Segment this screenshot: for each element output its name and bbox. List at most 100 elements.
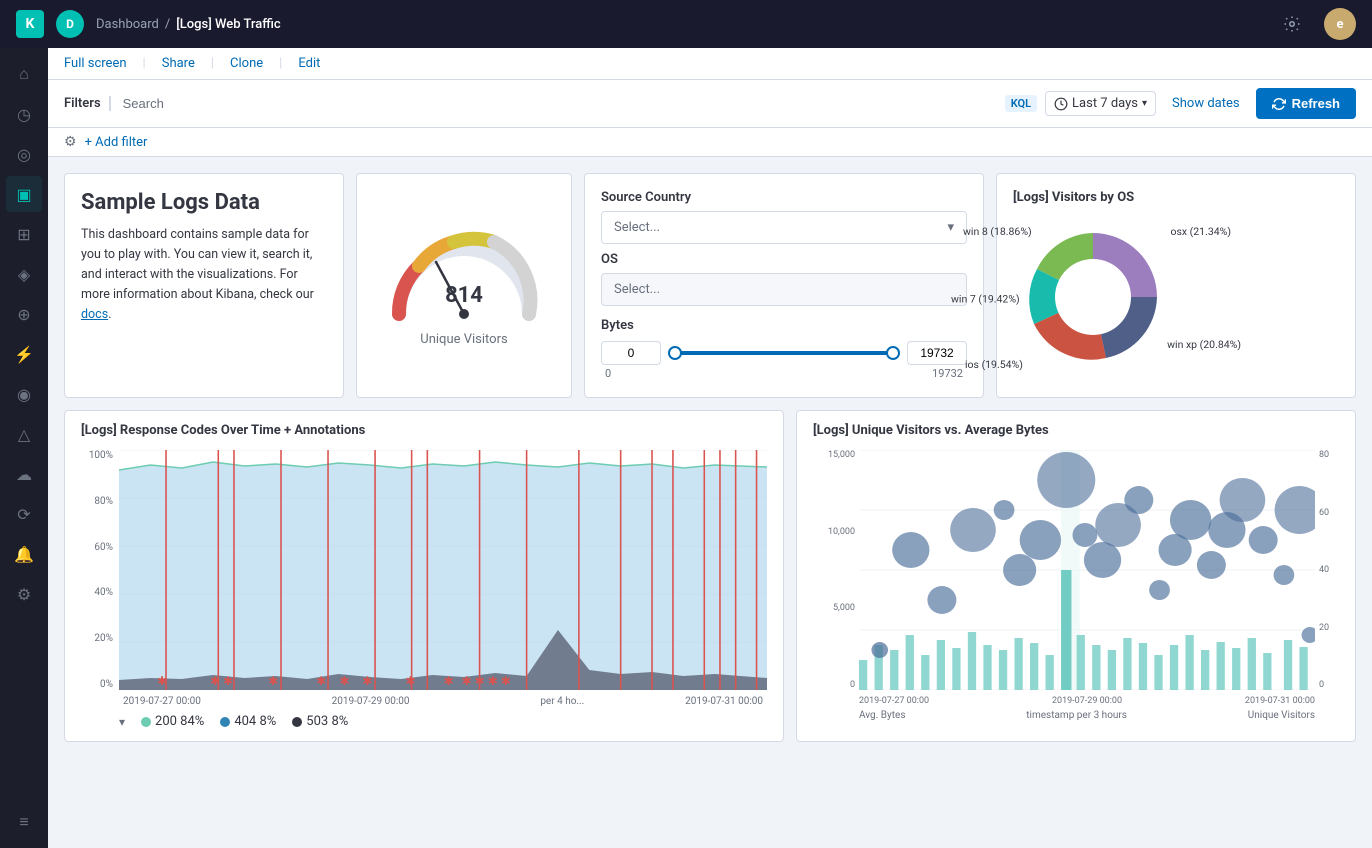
legend-200-dot [141,717,151,727]
filter-sub-bar: ⚙ + Add filter [48,128,1372,157]
response-codes-panel: [Logs] Response Codes Over Time + Annota… [64,410,784,742]
bytes-slider[interactable] [601,341,967,365]
sidebar-item-ml[interactable]: ⚡ [6,336,42,372]
sidebar-item-dashboard[interactable]: ⊞ [6,216,42,252]
time-display: Last 7 days [1072,96,1138,111]
source-country-chevron-icon: ▾ [947,220,954,235]
legend-404: 404 8% [220,714,276,729]
filters-label: Filters [64,96,111,111]
visitors-by-os-panel: [Logs] Visitors by OS [996,173,1356,398]
annotation-markers: ✱ ✱ ✱ ✱ ✱ ✱ ✱ ✱ ✱ ✱ ✱ ✱ [119,674,767,688]
dashboard-content: Sample Logs Data This dashboard contains… [48,157,1372,848]
nav-avatar-d: D [56,10,84,38]
scatter-axis-labels: Avg. Bytes timestamp per 3 hours Unique … [813,710,1339,721]
response-legend: ▾ 200 84% 404 8% 503 8% [81,714,767,729]
sidebar-item-settings[interactable]: ⚙ [6,576,42,612]
response-codes-chart-area: 2019-07-27 00:00 2019-07-29 00:00 per 4 … [119,450,767,710]
response-codes-chart: 100% 80% 60% 40% 20% 0% [81,450,767,710]
sidebar-item-clock[interactable]: ◷ [6,96,42,132]
bytes-label: Bytes [601,318,967,333]
clone-link[interactable]: Clone [230,56,263,71]
sidebar-item-expand[interactable]: ≡ [6,804,42,840]
scatter-y-right-axis: 80 60 40 20 0 [1315,450,1339,710]
edit-link[interactable]: Edit [298,56,320,71]
donut-chart-area: win 8 (18.86%) osx (21.34%) win xp (20.8… [1013,217,1339,381]
top-nav: K D Dashboard / [Logs] Web Traffic e [0,0,1372,48]
user-avatar[interactable]: e [1324,8,1356,40]
sidebar-item-visualize[interactable]: ▣ [6,176,42,212]
main-content: Full screen | Share | Clone | Edit Filte… [48,48,1372,848]
donut-label-ios: ios (19.54%) [965,358,1023,371]
sidebar-item-uptime[interactable]: ⟳ [6,496,42,532]
bytes-slider-labels: 0 19732 [601,367,967,380]
filter-bar: Filters KQL Last 7 days ▾ Show dates Ref… [48,80,1372,128]
filter-gear-icon[interactable]: ⚙ [64,134,77,150]
sidebar-item-canvas[interactable]: ◈ [6,256,42,292]
kql-badge[interactable]: KQL [1005,95,1037,112]
response-y-axis: 100% 80% 60% 40% 20% 0% [81,450,119,710]
unique-visitors-title: [Logs] Unique Visitors vs. Average Bytes [813,423,1339,438]
donut-label-win8: win 8 (18.86%) [963,225,1032,238]
visitors-by-os-title: [Logs] Visitors by OS [1013,190,1339,205]
scatter-chart-container: 15,000 10,000 5,000 0 [813,450,1339,710]
bytes-max-input[interactable] [907,341,967,365]
os-section: OS Select... [601,252,967,306]
time-picker[interactable]: Last 7 days ▾ [1045,91,1156,116]
legend-503: 503 8% [292,714,348,729]
sidebar-item-alerts[interactable]: 🔔 [6,536,42,572]
sidebar: ⌂ ◷ ◎ ▣ ⊞ ◈ ⊕ ⚡ ◉ △ ☁ ⟳ 🔔 ⚙ ≡ [0,48,48,848]
legend-404-dot [220,717,230,727]
sidebar-item-maps[interactable]: ⊕ [6,296,42,332]
dashboard-row-2: [Logs] Response Codes Over Time + Annota… [64,410,1356,742]
os-select[interactable]: Select... [601,273,967,306]
sample-logs-panel: Sample Logs Data This dashboard contains… [64,173,344,398]
gauge-panel: 814 Unique Visitors [356,173,572,398]
nav-icons: e [1276,8,1356,40]
bytes-max-label: 19732 [932,367,963,380]
breadcrumb: Dashboard / [Logs] Web Traffic [96,17,1264,32]
response-codes-title: [Logs] Response Codes Over Time + Annota… [81,423,767,438]
bytes-thumb-left[interactable] [668,346,682,360]
share-link[interactable]: Share [162,56,195,71]
settings-icon[interactable] [1276,8,1308,40]
sidebar-item-siem[interactable]: ☁ [6,456,42,492]
search-input[interactable] [123,96,997,111]
source-country-placeholder: Select... [614,220,660,235]
add-filter-button[interactable]: + Add filter [85,135,148,150]
time-chevron-icon: ▾ [1142,98,1147,109]
scatter-x-axis: 2019-07-27 00:00 2019-07-29 00:00 2019-0… [859,696,1315,706]
bytes-min-input[interactable] [601,341,661,365]
gauge-chart: 814 [384,224,544,324]
bytes-min-label: 0 [605,367,611,380]
breadcrumb-sep: / [165,17,170,32]
scatter-y-left-label: Avg. Bytes [859,710,906,721]
breadcrumb-root[interactable]: Dashboard [96,17,159,32]
donut-label-osx: osx (21.34%) [1170,225,1231,238]
source-country-select[interactable]: Select... ▾ [601,211,967,244]
scatter-x-label: timestamp per 3 hours [1026,710,1127,721]
sidebar-item-discover[interactable]: ◎ [6,136,42,172]
docs-link[interactable]: docs [81,307,108,322]
sample-panel-description: This dashboard contains sample data for … [81,225,327,325]
source-country-label: Source Country [601,190,967,205]
scatter-y-left-axis: 15,000 10,000 5,000 0 [813,450,859,710]
fullscreen-link[interactable]: Full screen [64,56,127,71]
os-placeholder: Select... [614,282,660,297]
response-x-axis: 2019-07-27 00:00 2019-07-29 00:00 per 4 … [119,696,767,707]
legend-200: 200 84% [141,714,204,729]
sidebar-item-home[interactable]: ⌂ [6,56,42,92]
donut-label-winxp: win xp (20.84%) [1167,338,1241,351]
svg-text:814: 814 [445,283,483,308]
breadcrumb-current: [Logs] Web Traffic [176,17,280,32]
donut-label-win7: win 7 (19.42%) [951,293,1020,306]
show-dates-button[interactable]: Show dates [1164,92,1248,115]
bytes-track [669,351,899,355]
gauge-label: Unique Visitors [420,332,507,347]
legend-collapse-icon[interactable]: ▾ [119,715,125,729]
sidebar-item-graph[interactable]: ◉ [6,376,42,412]
scatter-y-right-label: Unique Visitors [1248,710,1315,721]
refresh-button[interactable]: Refresh [1256,88,1356,119]
layout: ⌂ ◷ ◎ ▣ ⊞ ◈ ⊕ ⚡ ◉ △ ☁ ⟳ 🔔 ⚙ ≡ Full scree… [0,48,1372,848]
bytes-thumb-right[interactable] [886,346,900,360]
sidebar-item-apm[interactable]: △ [6,416,42,452]
